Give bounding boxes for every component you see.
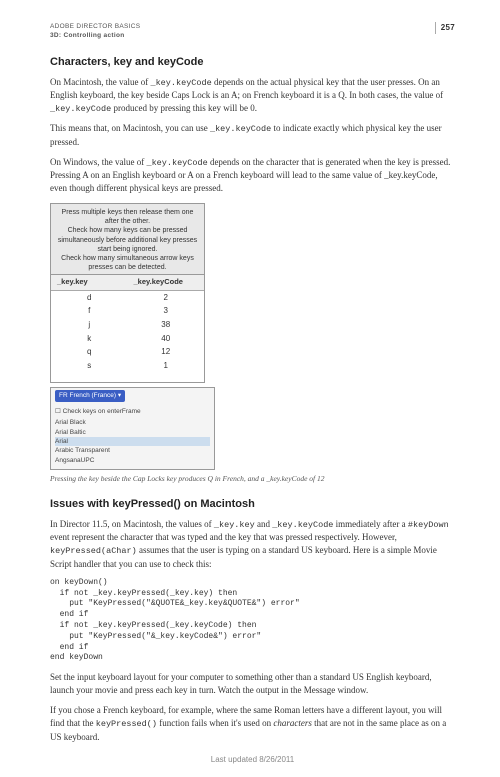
table-row: k40 — [51, 332, 204, 346]
font-list-item: Arabic Transparent — [55, 446, 210, 455]
font-list-item: Arial Black — [55, 418, 210, 427]
language-dropdown[interactable]: FR French (France) ▾ — [55, 390, 125, 401]
col-header-keycode: _key.keyCode — [128, 275, 205, 290]
page-number: 257 — [435, 22, 455, 34]
paragraph: If you chose a French keyboard, for exam… — [50, 704, 455, 743]
table-row: q12 — [51, 345, 204, 359]
table-row: d2 — [51, 291, 204, 305]
page-header: ADOBE DIRECTOR BASICS 3D: Controlling ac… — [50, 22, 455, 41]
header-title: ADOBE DIRECTOR BASICS — [50, 22, 140, 31]
paragraph: This means that, on Macintosh, you can u… — [50, 122, 455, 148]
figure-instructions: Press multiple keys then release them on… — [50, 203, 205, 275]
font-list-item: Arial — [55, 437, 210, 446]
paragraph: In Director 11.5, on Macintosh, the valu… — [50, 518, 455, 571]
section-heading-2: Issues with keyPressed() on Macintosh — [50, 497, 455, 513]
checkbox-enterframe[interactable]: ☐ Check keys on enterFrame — [55, 407, 210, 416]
table-row: s1 — [51, 359, 204, 373]
col-header-key: _key.key — [51, 275, 128, 290]
figure-keyboard-tool: Press multiple keys then release them on… — [50, 203, 205, 383]
paragraph: On Windows, the value of _key.keyCode de… — [50, 156, 455, 195]
figure-key-table: _key.key _key.keyCode d2 f3 j38 k40 q12 … — [50, 275, 205, 383]
figure-settings-panel: FR French (France) ▾ ☐ Check keys on ent… — [50, 387, 215, 470]
header-subtitle: 3D: Controlling action — [50, 31, 140, 40]
figure-caption: Pressing the key beside the Cap Locks ke… — [50, 474, 455, 485]
font-list-item: AngsanaUPC — [55, 456, 210, 465]
paragraph: Set the input keyboard layout for your c… — [50, 671, 455, 697]
table-row: j38 — [51, 318, 204, 332]
section-heading-1: Characters, key and keyCode — [50, 55, 455, 71]
footer-updated: Last updated 8/26/2011 — [50, 754, 455, 766]
code-block: on keyDown() if not _key.keyPressed(_key… — [50, 578, 455, 664]
font-list-item: Arial Baltic — [55, 428, 210, 437]
paragraph: On Macintosh, the value of _key.keyCode … — [50, 76, 455, 116]
table-row: f3 — [51, 304, 204, 318]
